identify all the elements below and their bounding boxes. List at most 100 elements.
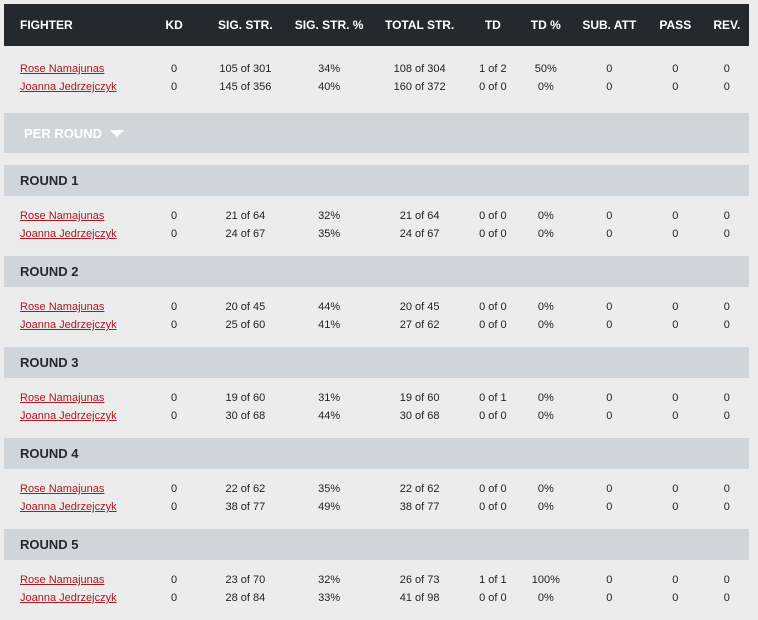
rev-value: 0 [723,210,730,222]
sig-pct-value: 40% [318,81,341,93]
fighter-link[interactable]: Rose Namajunas [20,301,104,313]
pass-value: 0 [672,501,679,513]
td-pct-value: 0% [537,392,554,404]
round-title: ROUND 1 [4,165,749,196]
td-value: 0 of 0 [479,228,507,240]
pass-value: 0 [672,319,679,331]
td-value: 1 of 1 [479,574,507,586]
sub-att-value: 0 [606,319,613,331]
kd-value: 0 [171,81,178,93]
table-header: FIGHTER KD SIG. STR. SIG. STR. % TOTAL S… [4,4,749,46]
td-pct-value: 0% [537,410,554,422]
rev-value: 0 [723,319,730,331]
fighter-link[interactable]: Joanna Jedrzejczyk [20,410,117,422]
sig-str-value: 19 of 60 [225,392,266,404]
header-pass: PASS [659,18,692,32]
table-row: Rose Namajunas 0 19 of 60 31% 19 of 60 0 of 1… [4,389,749,407]
kd-value: 0 [171,574,178,586]
rev-value: 0 [723,392,730,404]
round-block: ROUND 3 Rose Namajunas 0 19 of 60 31% 19 of 6… [4,347,749,438]
kd-value: 0 [171,63,178,75]
per-round-toggle[interactable]: PER ROUND [4,113,749,153]
sub-att-value: 0 [606,483,613,495]
table-row: Rose Namajunas 0 21 of 64 32% 21 of 64 0 of 0… [4,207,749,225]
round-title: ROUND 4 [4,438,749,469]
td-pct-value: 0% [537,210,554,222]
rev-value: 0 [723,63,730,75]
table-row: Joanna Jedrzejczyk 0 30 of 68 44% 30 of 68 0 … [4,407,749,425]
sig-pct-value: 41% [318,319,341,331]
round-title: ROUND 3 [4,347,749,378]
sub-att-value: 0 [606,392,613,404]
sig-pct-value: 44% [318,301,341,313]
sig-pct-value: 35% [318,228,341,240]
sig-pct-value: 31% [318,392,341,404]
total-str-value: 160 of 372 [393,81,446,93]
table-row: Joanna Jedrzejczyk 0 24 of 67 35% 24 of 67 0 … [4,225,749,243]
table-row: Rose Namajunas 0 23 of 70 32% 26 of 73 1 of 1… [4,571,749,589]
table-row: Joanna Jedrzejczyk 0 25 of 60 41% 27 of 62 0 … [4,316,749,334]
table-row: Joanna Jedrzejczyk 0 28 of 84 33% 41 of 98 0 … [4,589,749,607]
fighter-link[interactable]: Rose Namajunas [20,63,104,75]
sig-pct-value: 34% [318,63,341,75]
fighter-link[interactable]: Rose Namajunas [20,574,104,586]
total-str-value: 30 of 68 [399,410,440,422]
rev-value: 0 [723,410,730,422]
round-block: ROUND 2 Rose Namajunas 0 20 of 45 44% 20 of 4… [4,256,749,347]
rev-value: 0 [723,301,730,313]
header-sub-att: SUB. ATT [582,18,637,32]
sub-att-value: 0 [606,574,613,586]
fighter-link[interactable]: Joanna Jedrzejczyk [20,592,117,604]
fighter-link[interactable]: Rose Namajunas [20,392,104,404]
sig-pct-value: 49% [318,501,341,513]
td-pct-value: 0% [537,501,554,513]
td-pct-value: 100% [531,574,560,586]
sig-pct-value: 33% [318,592,341,604]
fighter-link[interactable]: Rose Namajunas [20,483,104,495]
total-str-value: 19 of 60 [399,392,440,404]
sub-att-value: 0 [606,301,613,313]
pass-value: 0 [672,301,679,313]
total-str-value: 108 of 304 [393,63,446,75]
sub-att-value: 0 [606,63,613,75]
td-pct-value: 0% [537,483,554,495]
caret-down-icon [110,129,125,137]
kd-value: 0 [171,210,178,222]
sig-pct-value: 35% [318,483,341,495]
kd-value: 0 [171,501,178,513]
rev-value: 0 [723,501,730,513]
table-row: Rose Namajunas 0 22 of 62 35% 22 of 62 0 of 0… [4,480,749,498]
totals-section: Rose Namajunas 0 105 of 301 34% 108 of 3… [4,60,749,96]
total-str-value: 22 of 62 [399,483,440,495]
td-value: 0 of 0 [479,501,507,513]
sub-att-value: 0 [606,210,613,222]
kd-value: 0 [171,319,178,331]
sub-att-value: 0 [606,592,613,604]
total-str-value: 41 of 98 [399,592,440,604]
td-value: 0 of 0 [479,410,507,422]
fighter-link[interactable]: Joanna Jedrzejczyk [20,81,117,93]
fighter-link[interactable]: Joanna Jedrzejczyk [20,319,117,331]
sig-pct-value: 32% [318,210,341,222]
sig-str-value: 20 of 45 [225,301,266,313]
sig-str-value: 22 of 62 [225,483,266,495]
fighter-link[interactable]: Rose Namajunas [20,210,104,222]
kd-value: 0 [171,410,178,422]
sig-str-value: 38 of 77 [225,501,266,513]
table-row: Rose Namajunas 0 20 of 45 44% 20 of 45 0 of 0… [4,298,749,316]
pass-value: 0 [672,81,679,93]
td-pct-value: 0% [537,319,554,331]
rev-value: 0 [723,574,730,586]
sig-str-value: 30 of 68 [225,410,266,422]
td-pct-value: 0% [537,81,554,93]
pass-value: 0 [672,483,679,495]
header-td-pct: TD % [530,18,561,32]
fighter-link[interactable]: Joanna Jedrzejczyk [20,228,117,240]
fighter-link[interactable]: Joanna Jedrzejczyk [20,501,117,513]
table-row: Joanna Jedrzejczyk 0 38 of 77 49% 38 of 77 0 … [4,498,749,516]
table-row: Joanna Jedrzejczyk 0 145 of 356 40% 160 … [4,78,749,96]
header-td: TD [484,18,501,32]
header-rev: REV. [713,18,741,32]
sub-att-value: 0 [606,228,613,240]
round-block: ROUND 1 Rose Namajunas 0 21 of 64 32% 21 of 6… [4,165,749,256]
